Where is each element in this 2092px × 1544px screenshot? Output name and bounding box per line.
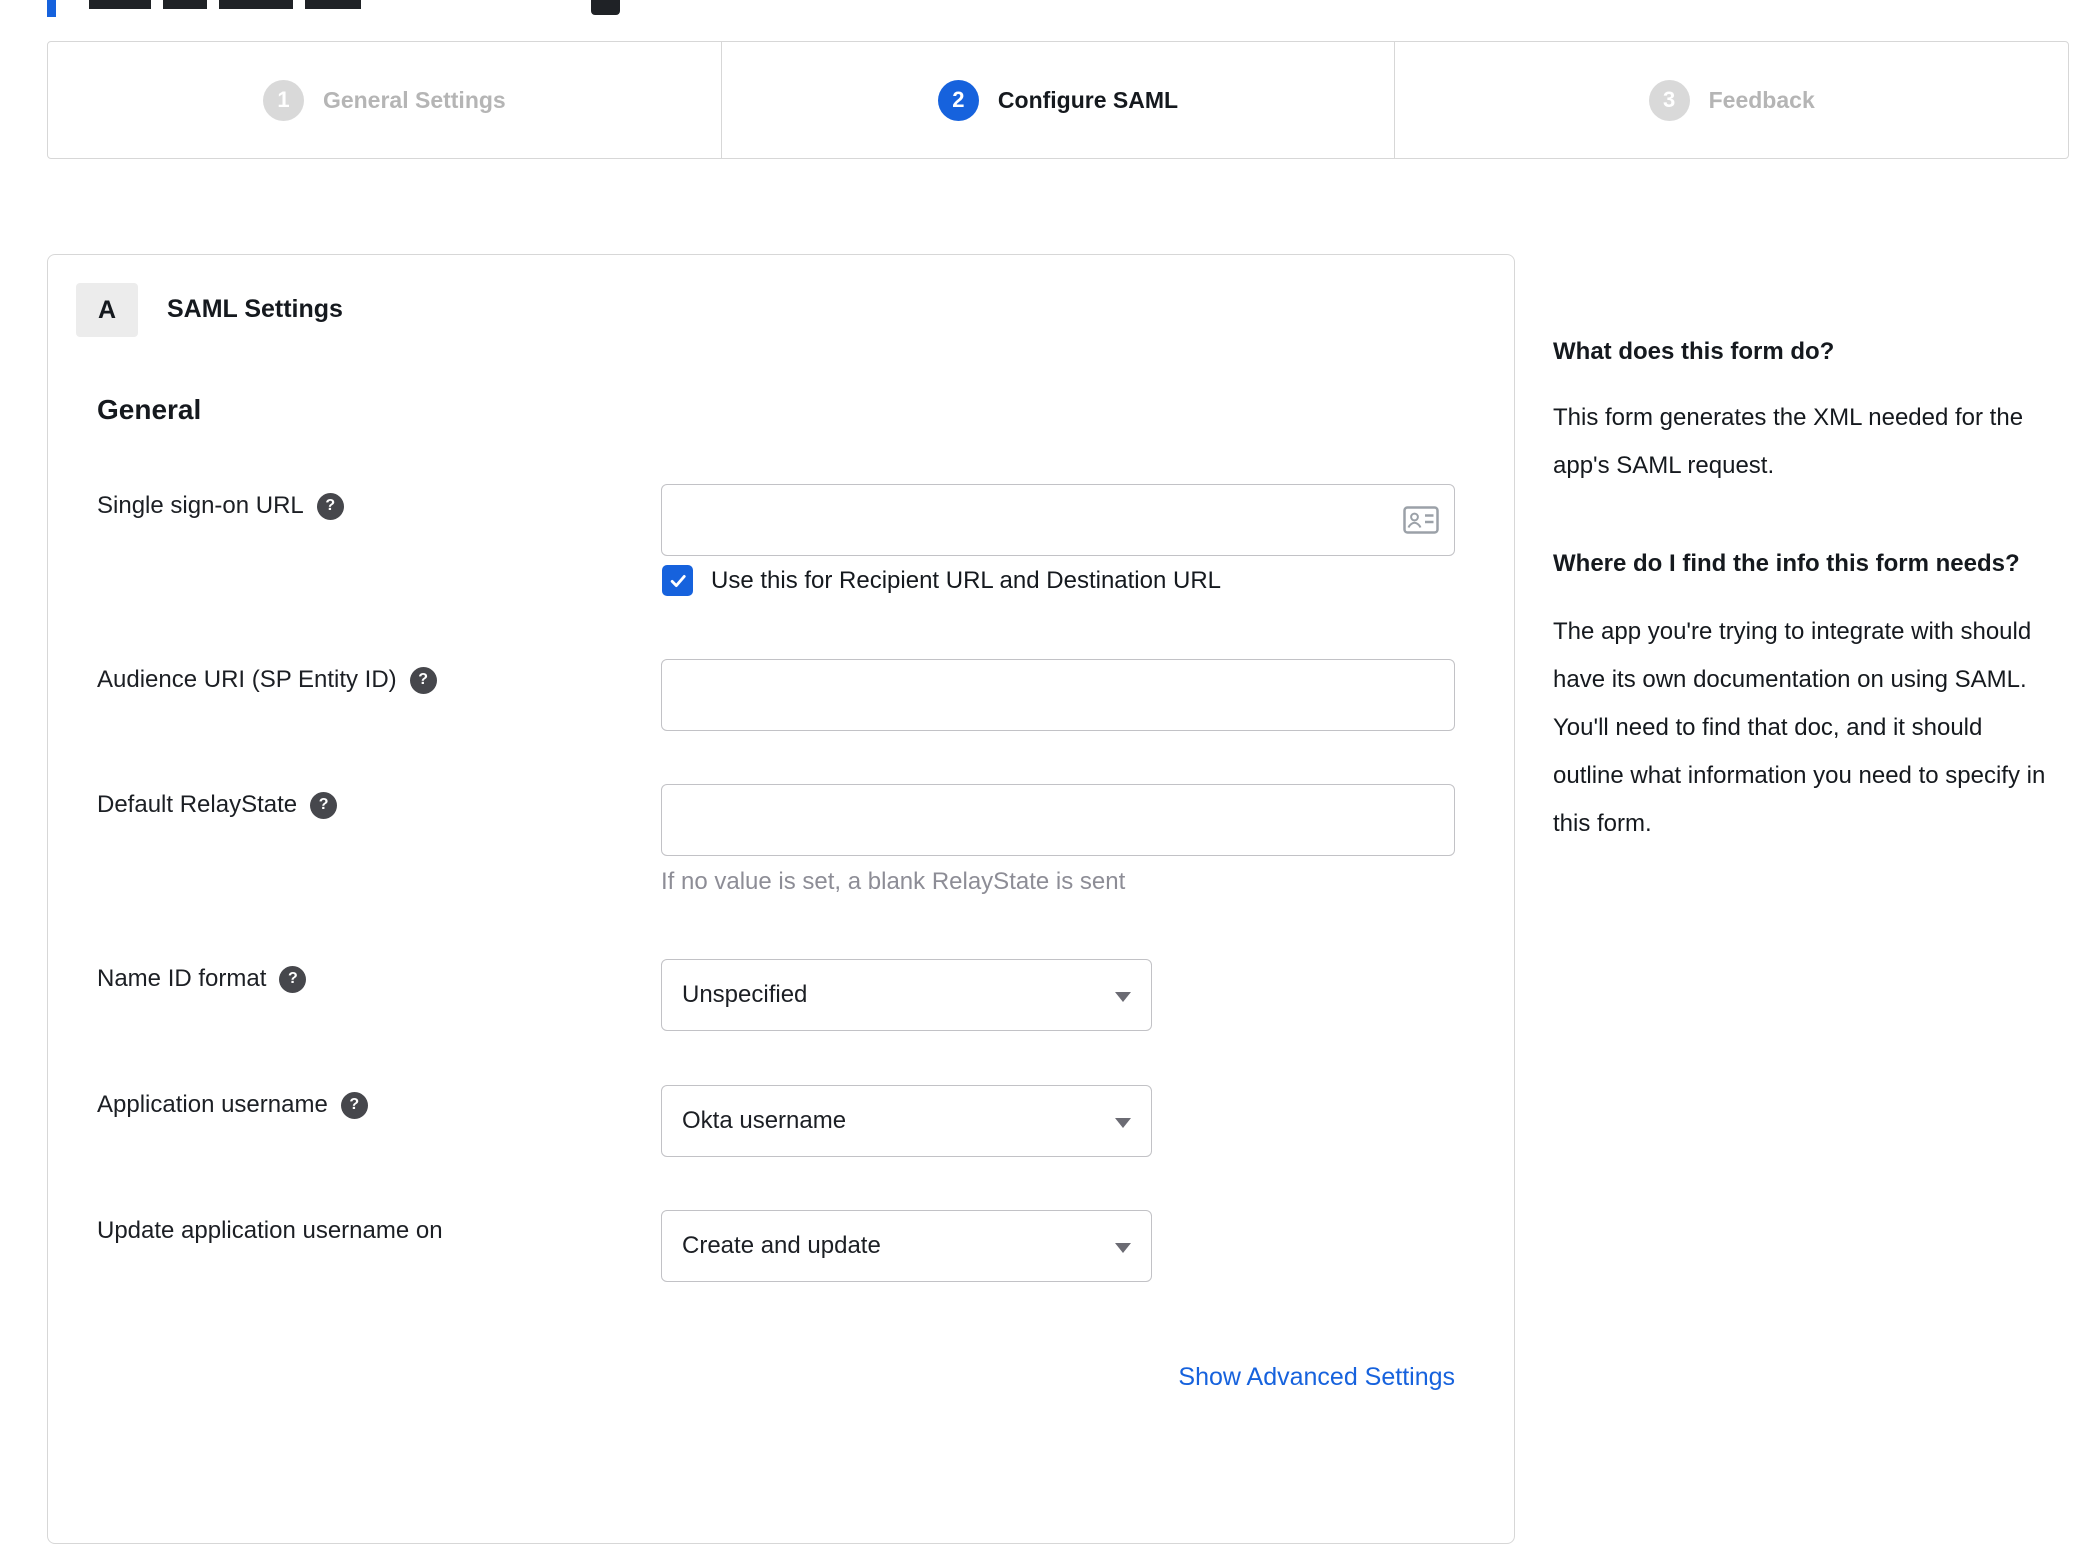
sso-url-label-text: Single sign-on URL (97, 492, 304, 519)
help-heading-where: Where do I find the info this form needs… (1553, 550, 2020, 577)
name-id-format-select[interactable]: Unspecified (661, 959, 1152, 1031)
application-username-label: Application username ? (97, 1091, 368, 1119)
cutoff-title-fragment (219, 0, 293, 9)
recipient-url-checkbox-row: Use this for Recipient URL and Destinati… (662, 565, 1221, 596)
relay-state-label-text: Default RelayState (97, 791, 298, 818)
name-id-help-icon[interactable]: ? (279, 965, 307, 993)
contact-card-icon (1403, 506, 1439, 534)
application-username-value: Okta username (682, 1107, 847, 1134)
update-username-label: Update application username on (97, 1217, 443, 1245)
sso-url-input[interactable] (661, 484, 1455, 556)
checkmark-icon (670, 574, 686, 587)
cutoff-accent-fragment (47, 0, 56, 17)
saml-wizard-page: { "accent": "#1662dd", "glyphs": { "help… (0, 0, 2092, 1544)
update-username-value: Create and update (682, 1232, 881, 1259)
help-body-where: The app you're trying to integrate with … (1553, 618, 2046, 837)
update-username-select[interactable]: Create and update (661, 1210, 1152, 1282)
saml-settings-panel: A SAML Settings General Single sign-on U… (47, 254, 1515, 1544)
relay-state-help-icon[interactable]: ? (310, 791, 338, 819)
relay-state-input[interactable] (661, 784, 1455, 856)
cutoff-edit-icon-fragment (591, 0, 620, 15)
name-id-format-label-text: Name ID format (97, 965, 267, 992)
sso-url-label: Single sign-on URL ? (97, 492, 344, 520)
name-id-format-value: Unspecified (682, 981, 808, 1008)
name-id-format-label: Name ID format ? (97, 965, 307, 993)
show-advanced-settings-link[interactable]: Show Advanced Settings (661, 1363, 1455, 1392)
cutoff-title-fragment (163, 0, 207, 9)
application-username-help-icon[interactable]: ? (340, 1091, 368, 1119)
step-2-number: 2 (937, 79, 979, 121)
recipient-url-checkbox[interactable] (662, 565, 693, 596)
application-username-select[interactable]: Okta username (661, 1085, 1152, 1157)
step-3-number: 3 (1648, 79, 1690, 121)
audience-uri-label-text: Audience URI (SP Entity ID) (97, 666, 397, 693)
step-general-settings[interactable]: 1 General Settings (48, 42, 721, 158)
relay-state-label: Default RelayState ? (97, 791, 338, 819)
step-configure-saml[interactable]: 2 Configure SAML (720, 42, 1395, 158)
chevron-down-icon (1115, 992, 1131, 1002)
audience-uri-label: Audience URI (SP Entity ID) ? (97, 666, 437, 694)
chevron-down-icon (1115, 1243, 1131, 1253)
step-1-label: General Settings (322, 86, 506, 113)
cutoff-title-fragment (89, 0, 151, 9)
step-1-number: 1 (262, 79, 304, 121)
audience-help-icon[interactable]: ? (409, 666, 437, 694)
sso-help-icon[interactable]: ? (316, 492, 344, 520)
wizard-stepper: 1 General Settings 2 Configure SAML 3 Fe… (47, 41, 2069, 159)
step-2-label: Configure SAML (997, 86, 1179, 113)
help-heading-what: What does this form do? (1553, 338, 1835, 365)
step-3-label: Feedback (1708, 86, 1815, 113)
recipient-url-checkbox-label: Use this for Recipient URL and Destinati… (711, 566, 1222, 594)
panel-title: SAML Settings (167, 295, 343, 323)
cutoff-title-fragment (305, 0, 361, 9)
step-feedback: 3 Feedback (1394, 42, 2068, 158)
help-body-what: This form generates the XML needed for t… (1553, 404, 2024, 479)
help-panel: What does this form do? This form genera… (1553, 332, 2053, 848)
audience-uri-input[interactable] (661, 659, 1455, 731)
chevron-down-icon (1115, 1118, 1131, 1128)
section-a-badge: A (76, 283, 138, 337)
relay-state-helper-text: If no value is set, a blank RelayState i… (661, 868, 1126, 895)
update-username-label-text: Update application username on (97, 1217, 443, 1244)
application-username-label-text: Application username (97, 1091, 328, 1118)
general-section-heading: General (97, 394, 202, 425)
